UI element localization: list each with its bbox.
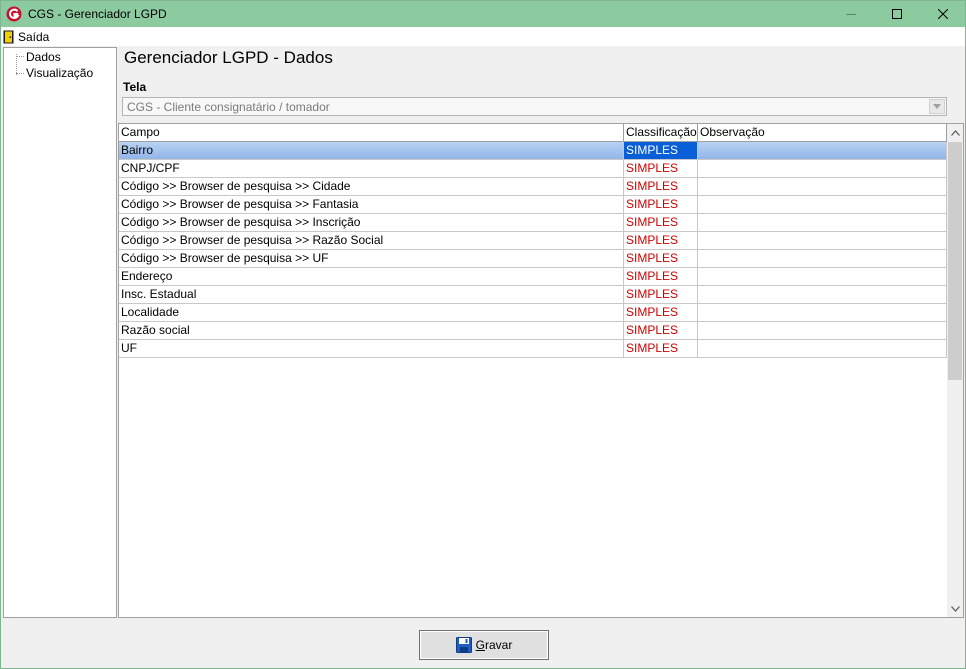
cell-observacao[interactable]	[698, 322, 947, 339]
column-header-observacao[interactable]: Observação	[698, 124, 947, 141]
cell-classificacao[interactable]: SIMPLES	[624, 214, 698, 231]
cell-observacao[interactable]	[698, 268, 947, 285]
cell-classificacao[interactable]: SIMPLES	[624, 232, 698, 249]
table-row[interactable]: Código >> Browser de pesquisa >> Inscriç…	[119, 214, 947, 232]
column-header-campo[interactable]: Campo	[119, 124, 624, 141]
cell-observacao[interactable]	[698, 304, 947, 321]
navigation-tree: Dados Visualização	[3, 47, 117, 618]
cell-observacao[interactable]	[698, 250, 947, 267]
cell-observacao[interactable]	[698, 214, 947, 231]
app-logo-icon	[6, 6, 22, 22]
tela-select[interactable]: CGS - Cliente consignatário / tomador	[122, 97, 947, 116]
cell-observacao[interactable]	[698, 286, 947, 303]
cell-campo[interactable]: Localidade	[119, 304, 624, 321]
vertical-scrollbar[interactable]	[947, 124, 963, 617]
scroll-thumb[interactable]	[948, 142, 962, 380]
cell-observacao[interactable]	[698, 160, 947, 177]
table-row[interactable]: Código >> Browser de pesquisa >> UF SIMP…	[119, 250, 947, 268]
minimize-icon	[846, 14, 856, 15]
scroll-down-button[interactable]	[947, 600, 963, 617]
cell-classificacao[interactable]: SIMPLES	[624, 250, 698, 267]
cell-campo[interactable]: Código >> Browser de pesquisa >> Razão S…	[119, 232, 624, 249]
tela-select-value: CGS - Cliente consignatário / tomador	[127, 100, 330, 114]
tree-connector	[16, 54, 17, 75]
column-header-classificacao[interactable]: Classificação	[624, 124, 698, 141]
table-row[interactable]: Bairro SIMPLES	[119, 142, 947, 160]
menu-bar: Saída	[1, 27, 965, 46]
fields-grid[interactable]: Campo Classificação Observação Bairro SI…	[118, 123, 964, 618]
cell-campo[interactable]: Bairro	[119, 142, 624, 159]
menu-item-saida[interactable]: Saída	[3, 29, 49, 45]
menu-item-label: Saída	[18, 30, 50, 44]
cell-campo[interactable]: CNPJ/CPF	[119, 160, 624, 177]
chevron-down-icon	[950, 605, 960, 612]
save-button-label: Gravar	[475, 638, 513, 652]
table-row[interactable]: Código >> Browser de pesquisa >> Cidade …	[119, 178, 947, 196]
tree-connector	[16, 56, 24, 57]
cell-observacao[interactable]	[698, 340, 947, 357]
cell-campo[interactable]: Código >> Browser de pesquisa >> UF	[119, 250, 624, 267]
tela-label: Tela	[123, 80, 147, 94]
table-row[interactable]: Endereço SIMPLES	[119, 268, 947, 286]
cell-classificacao[interactable]: SIMPLES	[624, 178, 698, 195]
exit-door-icon	[3, 30, 14, 44]
table-row[interactable]: UF SIMPLES	[119, 340, 947, 358]
table-row[interactable]: Localidade SIMPLES	[119, 304, 947, 322]
close-button[interactable]	[920, 1, 966, 27]
table-row[interactable]: Razão social SIMPLES	[119, 322, 947, 340]
cell-classificacao[interactable]: SIMPLES	[624, 142, 698, 159]
table-row[interactable]: CNPJ/CPF SIMPLES	[119, 160, 947, 178]
cell-campo[interactable]: UF	[119, 340, 624, 357]
cell-observacao[interactable]	[698, 232, 947, 249]
cell-campo[interactable]: Código >> Browser de pesquisa >> Cidade	[119, 178, 624, 195]
maximize-button[interactable]	[874, 1, 920, 27]
chevron-down-icon	[933, 104, 941, 109]
tree-item-visualizacao[interactable]: Visualização	[26, 66, 93, 80]
cell-classificacao[interactable]: SIMPLES	[624, 304, 698, 321]
cell-classificacao[interactable]: SIMPLES	[624, 196, 698, 213]
app-window: CGS - Gerenciador LGPD Saída Dados Visua…	[0, 0, 966, 669]
close-icon	[938, 9, 948, 19]
save-disk-icon	[455, 637, 472, 653]
cell-observacao[interactable]	[698, 196, 947, 213]
tree-connector	[16, 73, 24, 74]
table-row[interactable]: Código >> Browser de pesquisa >> Fantasi…	[119, 196, 947, 214]
table-row[interactable]: Insc. Estadual SIMPLES	[119, 286, 947, 304]
cell-classificacao[interactable]: SIMPLES	[624, 268, 698, 285]
scroll-up-button[interactable]	[947, 124, 963, 141]
maximize-icon	[892, 9, 902, 19]
tree-item-dados[interactable]: Dados	[26, 50, 61, 64]
save-button[interactable]: Gravar	[419, 630, 549, 660]
minimize-button[interactable]	[828, 1, 874, 27]
cell-observacao[interactable]	[698, 178, 947, 195]
cell-classificacao[interactable]: SIMPLES	[624, 340, 698, 357]
cell-campo[interactable]: Insc. Estadual	[119, 286, 624, 303]
cell-campo[interactable]: Código >> Browser de pesquisa >> Fantasi…	[119, 196, 624, 213]
cell-classificacao[interactable]: SIMPLES	[624, 286, 698, 303]
table-row[interactable]: Código >> Browser de pesquisa >> Razão S…	[119, 232, 947, 250]
page-title: Gerenciador LGPD - Dados	[124, 48, 333, 67]
grid-header: Campo Classificação Observação	[119, 124, 947, 142]
cell-classificacao[interactable]: SIMPLES	[624, 322, 698, 339]
title-bar[interactable]: CGS - Gerenciador LGPD	[1, 1, 965, 27]
grid-body: Bairro SIMPLES CNPJ/CPF SIMPLES Código >…	[119, 142, 947, 358]
window-title: CGS - Gerenciador LGPD	[28, 7, 167, 21]
tela-dropdown-button[interactable]	[929, 99, 945, 114]
cell-campo[interactable]: Razão social	[119, 322, 624, 339]
cell-observacao[interactable]	[698, 142, 947, 159]
chevron-up-icon	[950, 129, 960, 136]
cell-classificacao[interactable]: SIMPLES	[624, 160, 698, 177]
cell-campo[interactable]: Código >> Browser de pesquisa >> Inscriç…	[119, 214, 624, 231]
cell-campo[interactable]: Endereço	[119, 268, 624, 285]
